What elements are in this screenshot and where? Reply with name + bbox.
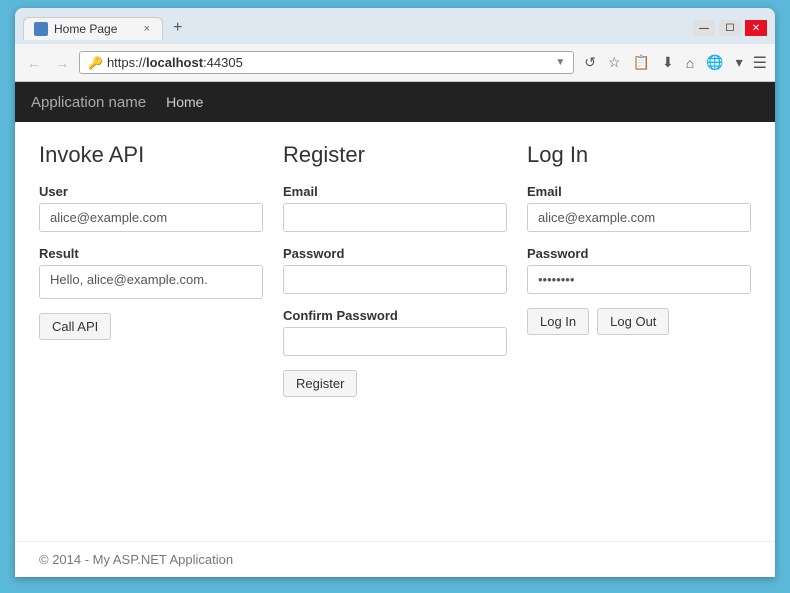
address-bar: ← → 🔑 https://localhost:44305 ▼ ↺ ☆ 📋 ⬇ … xyxy=(15,44,775,82)
key-icon: 🔑 xyxy=(88,56,103,70)
nav-home-link[interactable]: Home xyxy=(166,94,203,110)
invoke-api-title: Invoke API xyxy=(39,142,263,168)
user-input[interactable] xyxy=(39,203,263,232)
login-button[interactable]: Log In xyxy=(527,308,589,335)
navbar: Application name Home xyxy=(15,82,775,122)
register-password-input[interactable] xyxy=(283,265,507,294)
login-title: Log In xyxy=(527,142,751,168)
user-label: User xyxy=(39,184,263,199)
login-btn-group: Log In Log Out xyxy=(527,308,751,335)
restore-button[interactable]: ☐ xyxy=(719,20,741,36)
url-port: :44305 xyxy=(203,55,243,70)
page-footer: © 2014 - My ASP.NET Application xyxy=(15,541,775,577)
tab-title: Home Page xyxy=(54,22,117,36)
login-password-label: Password xyxy=(527,246,751,261)
result-value: Hello, alice@example.com. xyxy=(39,265,263,299)
register-section: Register Email Password Confirm Password… xyxy=(283,142,507,397)
title-bar: Home Page × + — ☐ ✕ xyxy=(15,8,775,44)
result-field: Result Hello, alice@example.com. xyxy=(39,246,263,299)
back-button[interactable]: ← xyxy=(23,53,45,73)
home-icon[interactable]: ⌂ xyxy=(684,53,696,73)
tab-close-button[interactable]: × xyxy=(142,23,152,35)
login-password-input[interactable] xyxy=(527,265,751,294)
login-email-input[interactable] xyxy=(527,203,751,232)
register-confirm-input[interactable] xyxy=(283,327,507,356)
login-section: Log In Email Password Log In Log Out xyxy=(527,142,751,397)
register-title: Register xyxy=(283,142,507,168)
register-email-label: Email xyxy=(283,184,507,199)
reload-button[interactable]: ↺ xyxy=(580,52,600,73)
invoke-api-section: Invoke API User Result Hello, alice@exam… xyxy=(39,142,263,397)
close-button[interactable]: ✕ xyxy=(745,20,767,36)
star-icon[interactable]: ☆ xyxy=(606,52,623,73)
result-label: Result xyxy=(39,246,263,261)
page-content: Invoke API User Result Hello, alice@exam… xyxy=(15,122,775,541)
register-email-field: Email xyxy=(283,184,507,232)
url-host: localhost xyxy=(146,55,203,70)
app-brand: Application name xyxy=(31,94,146,111)
url-dropdown-icon[interactable]: ▼ xyxy=(555,57,565,68)
logout-button[interactable]: Log Out xyxy=(597,308,669,335)
url-protocol: https:// xyxy=(107,55,146,70)
register-email-input[interactable] xyxy=(283,203,507,232)
login-email-field: Email xyxy=(527,184,751,232)
register-password-label: Password xyxy=(283,246,507,261)
register-confirm-label: Confirm Password xyxy=(283,308,507,323)
login-password-field: Password xyxy=(527,246,751,294)
toolbar-icons: ☆ 📋 ⬇ ⌂ 🌐 ▾ ☰ xyxy=(606,52,767,73)
network-icon[interactable]: 🌐 xyxy=(704,52,725,73)
clipboard-icon[interactable]: 📋 xyxy=(631,52,652,73)
register-button[interactable]: Register xyxy=(283,370,357,397)
browser-tab[interactable]: Home Page × xyxy=(23,17,163,40)
window-controls: — ☐ ✕ xyxy=(693,20,767,36)
dropdown-icon[interactable]: ▾ xyxy=(734,52,745,73)
tab-icon xyxy=(34,22,48,36)
register-confirm-field: Confirm Password xyxy=(283,308,507,356)
download-icon[interactable]: ⬇ xyxy=(660,52,676,73)
footer-text: © 2014 - My ASP.NET Application xyxy=(39,552,233,567)
user-field: User xyxy=(39,184,263,232)
minimize-button[interactable]: — xyxy=(693,20,715,36)
call-api-button[interactable]: Call API xyxy=(39,313,111,340)
url-bar[interactable]: 🔑 https://localhost:44305 ▼ xyxy=(79,51,574,74)
content-grid: Invoke API User Result Hello, alice@exam… xyxy=(39,142,751,397)
login-email-label: Email xyxy=(527,184,751,199)
forward-button[interactable]: → xyxy=(51,53,73,73)
register-password-field: Password xyxy=(283,246,507,294)
menu-button[interactable]: ☰ xyxy=(753,53,767,73)
url-text: https://localhost:44305 xyxy=(107,55,243,70)
new-tab-button[interactable]: + xyxy=(167,17,188,39)
